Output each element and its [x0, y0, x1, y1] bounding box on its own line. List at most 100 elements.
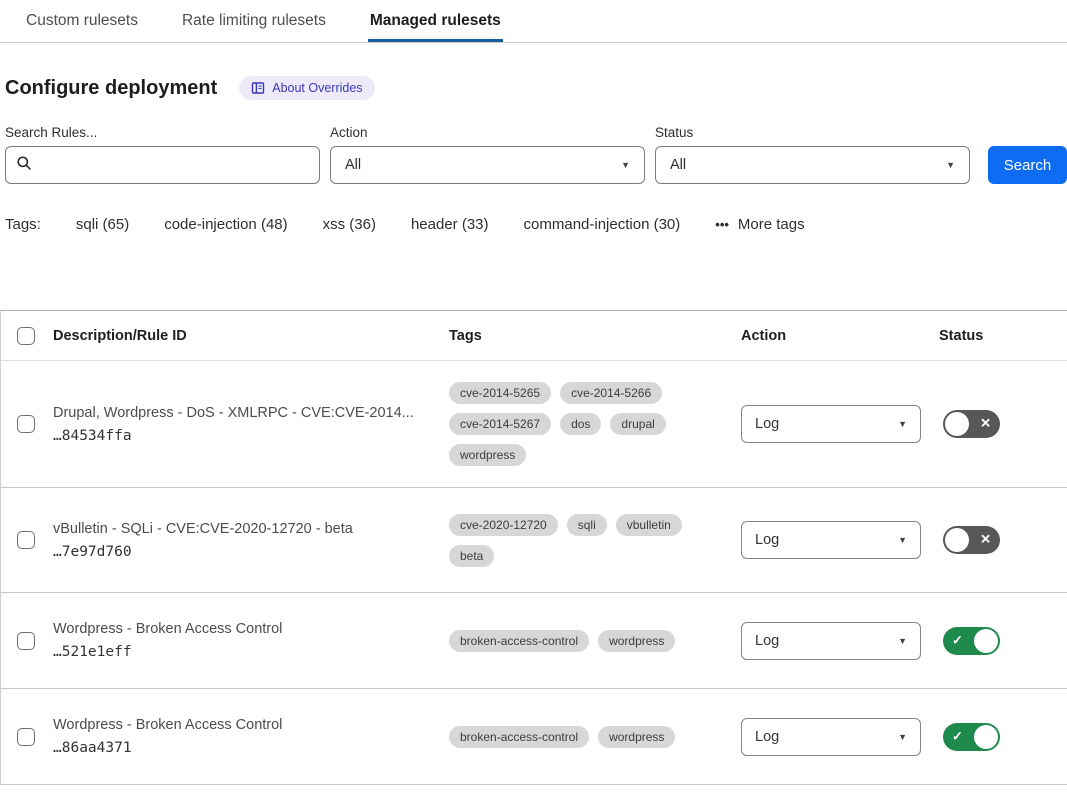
table-row: Wordpress - Broken Access Control …86aa4…: [1, 689, 1067, 784]
book-icon: [251, 81, 265, 95]
rule-action-value: Log: [755, 416, 779, 432]
tag-pill: cve-2020-12720: [449, 514, 558, 536]
tag-link-code-injection[interactable]: code-injection (48): [164, 216, 287, 233]
select-all-checkbox[interactable]: [17, 327, 35, 345]
search-input[interactable]: [40, 157, 309, 173]
tag-pill: vbulletin: [616, 514, 682, 536]
tag-pill: cve-2014-5267: [449, 413, 551, 435]
tab-managed-rulesets[interactable]: Managed rulesets: [368, 0, 503, 42]
rule-description-cell: vBulletin - SQLi - CVE:CVE-2020-12720 - …: [53, 521, 449, 560]
check-icon: ✓: [952, 728, 963, 744]
row-checkbox[interactable]: [17, 531, 35, 549]
search-button[interactable]: Search: [988, 146, 1067, 184]
rule-id: …521e1eff: [53, 644, 419, 660]
toggle-knob: [945, 528, 969, 552]
tag-pill: dos: [560, 413, 601, 435]
managed-rules-table: Description/Rule ID Tags Action Status D…: [0, 310, 1067, 785]
status-filter-label: Status: [655, 125, 970, 140]
rule-description: Wordpress - Broken Access Control: [53, 717, 419, 733]
col-action: Action: [741, 328, 939, 344]
table-row: Wordpress - Broken Access Control …521e1…: [1, 593, 1067, 689]
rule-tags: cve-2020-12720 sqli vbulletin beta: [449, 514, 717, 567]
rule-id: …7e97d760: [53, 544, 419, 560]
tab-custom-rulesets[interactable]: Custom rulesets: [24, 0, 140, 42]
more-tags-label: More tags: [738, 216, 805, 233]
rule-status-cell: ✕: [939, 526, 1067, 554]
row-checkbox[interactable]: [17, 415, 35, 433]
col-status: Status: [939, 328, 1067, 344]
status-filter-select[interactable]: All ▼: [655, 146, 970, 184]
row-checkbox-cell: [1, 632, 53, 650]
row-checkbox-cell: [1, 531, 53, 549]
rule-status-cell: ✓: [939, 627, 1067, 655]
search-filter: Search Rules...: [5, 125, 320, 184]
rule-description-cell: Drupal, Wordpress - DoS - XMLRPC - CVE:C…: [53, 405, 449, 444]
ellipsis-icon: •••: [715, 217, 729, 232]
chevron-down-icon: ▼: [898, 636, 907, 646]
search-icon: [16, 155, 32, 176]
x-icon: ✕: [980, 532, 991, 548]
tag-pill: drupal: [610, 413, 665, 435]
col-description: Description/Rule ID: [53, 328, 449, 344]
header-checkbox-cell: [1, 327, 53, 345]
rule-action-select[interactable]: Log ▼: [741, 521, 921, 559]
rule-description-cell: Wordpress - Broken Access Control …86aa4…: [53, 717, 449, 756]
status-filter: Status All ▼: [655, 125, 970, 184]
tags-bar: Tags: sqli (65) code-injection (48) xss …: [5, 216, 1067, 233]
rule-id: …86aa4371: [53, 740, 419, 756]
more-tags-button[interactable]: ••• More tags: [715, 216, 804, 233]
action-filter-select[interactable]: All ▼: [330, 146, 645, 184]
rule-status-toggle[interactable]: ✓: [943, 723, 1000, 751]
toggle-knob: [974, 629, 998, 653]
tag-pill: cve-2014-5265: [449, 382, 551, 404]
rule-description: Wordpress - Broken Access Control: [53, 621, 419, 637]
tag-link-command-injection[interactable]: command-injection (30): [524, 216, 681, 233]
tag-pill: wordpress: [598, 630, 675, 652]
rule-id: …84534ffa: [53, 428, 419, 444]
row-checkbox[interactable]: [17, 632, 35, 650]
table-row: vBulletin - SQLi - CVE:CVE-2020-12720 - …: [1, 488, 1067, 593]
tag-pill: beta: [449, 545, 494, 567]
tag-pill: cve-2014-5266: [560, 382, 662, 404]
search-label: Search Rules...: [5, 125, 320, 140]
row-checkbox[interactable]: [17, 728, 35, 746]
action-filter-label: Action: [330, 125, 645, 140]
rule-action-cell: Log ▼: [741, 718, 939, 756]
col-tags: Tags: [449, 328, 741, 344]
rule-status-toggle[interactable]: ✕: [943, 410, 1000, 438]
rule-description-cell: Wordpress - Broken Access Control …521e1…: [53, 621, 449, 660]
tag-link-xss[interactable]: xss (36): [323, 216, 376, 233]
rule-action-select[interactable]: Log ▼: [741, 718, 921, 756]
tag-pill: wordpress: [449, 444, 526, 466]
toggle-knob: [945, 412, 969, 436]
about-overrides-label: About Overrides: [272, 81, 362, 95]
table-row: Drupal, Wordpress - DoS - XMLRPC - CVE:C…: [1, 361, 1067, 488]
rule-action-select[interactable]: Log ▼: [741, 622, 921, 660]
tag-pill: wordpress: [598, 726, 675, 748]
check-icon: ✓: [952, 632, 963, 648]
tag-pill: broken-access-control: [449, 726, 589, 748]
tag-link-header[interactable]: header (33): [411, 216, 489, 233]
filter-row: Search Rules... Action All ▼ Status All …: [5, 125, 1067, 184]
rule-tags: cve-2014-5265 cve-2014-5266 cve-2014-526…: [449, 382, 717, 466]
chevron-down-icon: ▼: [946, 160, 955, 170]
rule-description: Drupal, Wordpress - DoS - XMLRPC - CVE:C…: [53, 405, 419, 421]
rule-status-toggle[interactable]: ✕: [943, 526, 1000, 554]
rule-status-toggle[interactable]: ✓: [943, 627, 1000, 655]
tag-pill: sqli: [567, 514, 607, 536]
row-checkbox-cell: [1, 415, 53, 433]
rule-action-cell: Log ▼: [741, 521, 939, 559]
tab-rate-limiting-rulesets[interactable]: Rate limiting rulesets: [180, 0, 328, 42]
tags-bar-label: Tags:: [5, 216, 41, 233]
rule-status-cell: ✕: [939, 410, 1067, 438]
row-checkbox-cell: [1, 728, 53, 746]
table-header-row: Description/Rule ID Tags Action Status: [1, 311, 1067, 361]
rule-tags: broken-access-control wordpress: [449, 726, 717, 748]
chevron-down-icon: ▼: [621, 160, 630, 170]
about-overrides-badge[interactable]: About Overrides: [239, 76, 374, 100]
search-input-wrapper: [5, 146, 320, 184]
tag-link-sqli[interactable]: sqli (65): [76, 216, 129, 233]
page-title: Configure deployment: [5, 77, 217, 100]
toggle-knob: [974, 725, 998, 749]
rule-action-select[interactable]: Log ▼: [741, 405, 921, 443]
